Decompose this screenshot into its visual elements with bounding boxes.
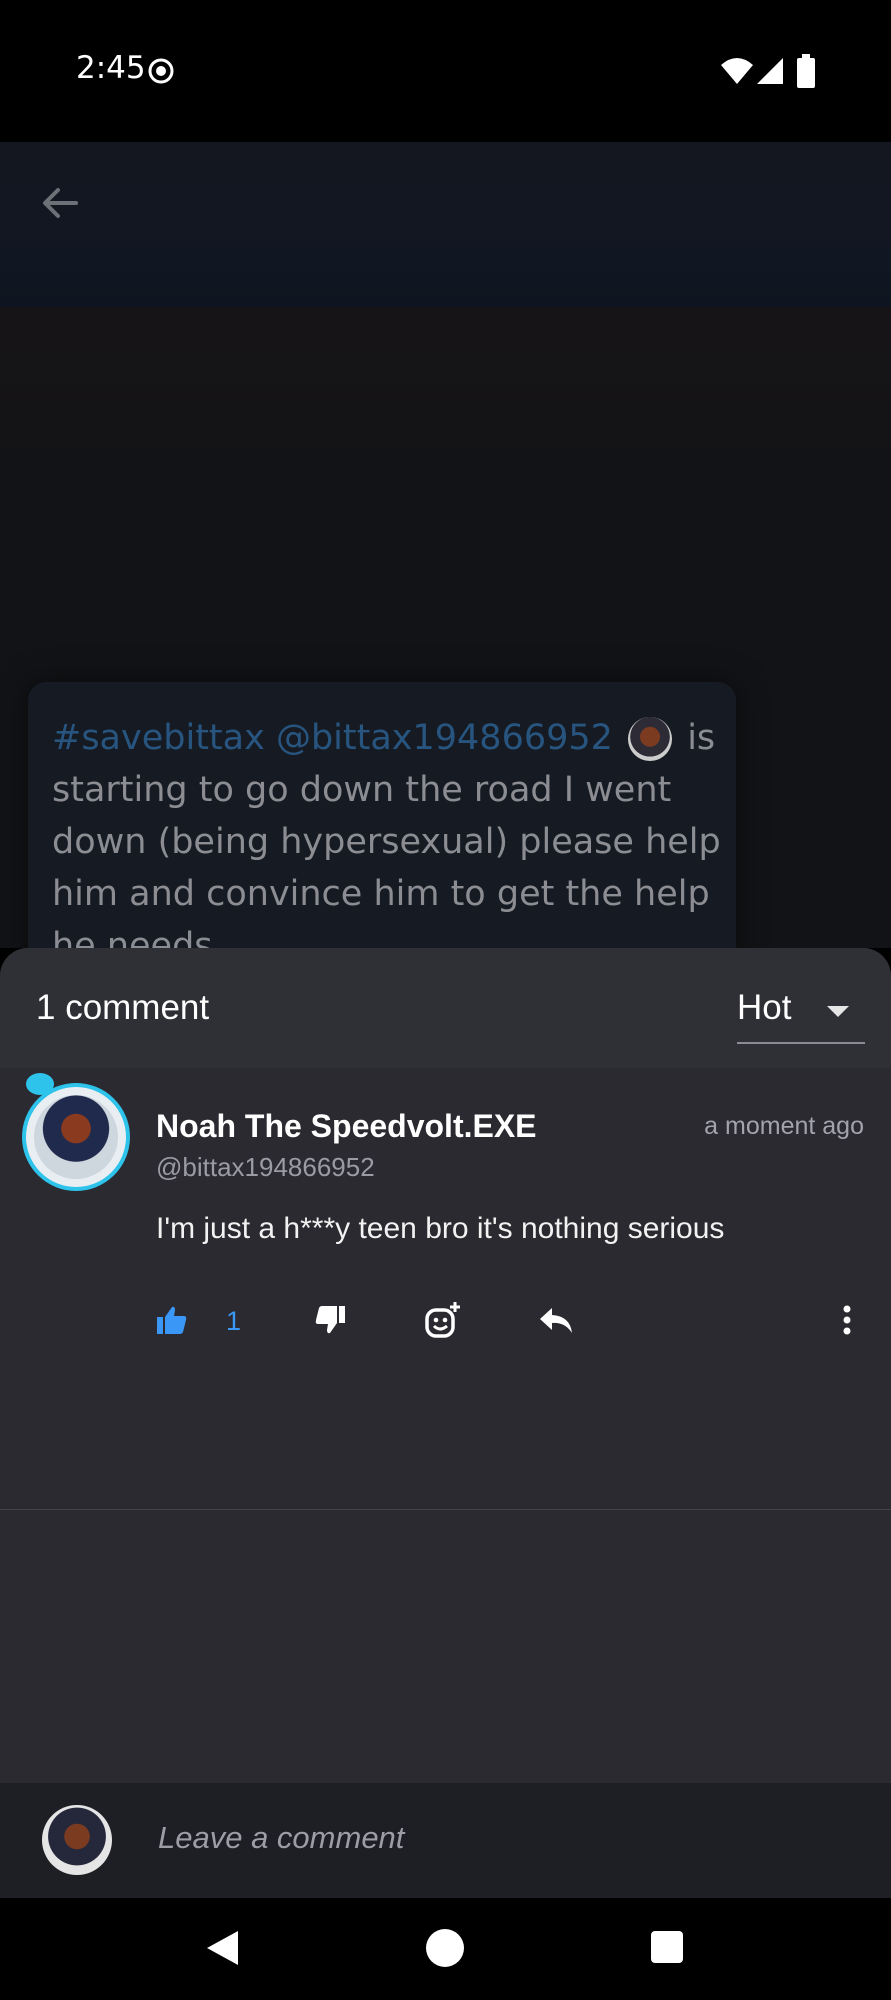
comment-input[interactable] [156, 1819, 840, 1857]
current-user-avatar [42, 1805, 112, 1875]
comment-handle[interactable]: @bittax194866952 [156, 1152, 375, 1183]
battery-icon [797, 54, 815, 88]
nav-back-icon[interactable] [204, 1929, 240, 1967]
thumbs-up-icon[interactable] [156, 1304, 188, 1336]
thumbs-down-icon[interactable] [314, 1304, 346, 1336]
more-vertical-icon[interactable] [842, 1304, 852, 1336]
status-time: 2:45 [76, 50, 146, 86]
mention-avatar [628, 717, 673, 761]
nav-home-icon[interactable] [426, 1929, 464, 1967]
comments-sheet: 1 comment Hot Noah The Speedvolt.EXE @bi… [0, 948, 891, 1898]
nav-recents-icon[interactable] [651, 1931, 683, 1963]
record-icon [148, 58, 174, 84]
avatar[interactable] [22, 1083, 130, 1191]
signal-icon [757, 58, 783, 84]
like-count: 1 [226, 1306, 242, 1336]
avatar-badge-icon [26, 1073, 54, 1095]
comment-actions: 1 [0, 1296, 891, 1356]
comment-body: I'm just a h***y teen bro it's nothing s… [156, 1212, 725, 1245]
post-banner [0, 307, 891, 447]
comment-item: Noah The Speedvolt.EXE @bittax194866952 … [0, 1068, 891, 1510]
post-backdrop: #savebittax @bittax194866952 is starting… [0, 142, 891, 948]
comment-divider [0, 1509, 891, 1510]
sort-selected-label: Hot [737, 988, 792, 1027]
comment-timestamp: a moment ago [704, 1112, 864, 1140]
post-text: #savebittax @bittax194866952 is starting… [52, 712, 722, 948]
add-reaction-icon[interactable] [424, 1301, 462, 1339]
status-bar: 2:45 [0, 0, 891, 142]
back-arrow-icon[interactable] [36, 180, 86, 226]
chevron-down-icon [827, 1006, 849, 1017]
reply-icon[interactable] [538, 1304, 574, 1336]
post-header-band [0, 142, 891, 307]
sort-dropdown[interactable]: Hot [737, 974, 865, 1044]
comment-compose-bar [0, 1783, 891, 1898]
comment-author[interactable]: Noah The Speedvolt.EXE [156, 1108, 537, 1145]
post-mention[interactable]: @bittax194866952 [276, 718, 613, 758]
avatar-image [34, 1095, 118, 1179]
system-nav-bar [0, 1898, 891, 2000]
comment-count: 1 comment [36, 988, 210, 1027]
post-hashtag[interactable]: #savebittax [52, 718, 265, 758]
wifi-icon [721, 58, 753, 84]
comments-header: 1 comment Hot [0, 948, 891, 1068]
